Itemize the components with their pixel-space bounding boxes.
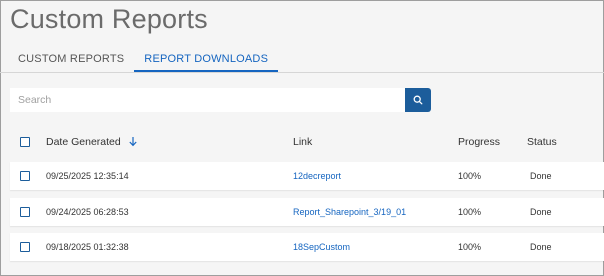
row-checkbox[interactable] [20,171,30,181]
column-link: Link [293,136,313,148]
select-all-checkbox[interactable] [20,137,30,147]
table-header: Date Generated Link Progress Status [0,128,604,156]
row-checkbox[interactable] [20,207,30,217]
arrow-down-icon[interactable] [128,136,138,147]
report-link[interactable]: Report_Sharepoint_3/19_01 [293,207,406,217]
search-input[interactable] [10,88,405,112]
date-cell: 09/25/2025 12:35:14 [46,171,129,181]
tab-custom-reports[interactable]: CUSTOM REPORTS [8,48,134,72]
table-row: 09/18/2025 01:32:38 18SepCustom 100% Don… [10,233,604,261]
table-row: 09/25/2025 12:35:14 12decreport 100% Don… [10,162,604,190]
search-button[interactable] [405,88,431,112]
search-icon [413,95,423,105]
tab-bar: CUSTOM REPORTS REPORT DOWNLOADS [8,48,279,72]
column-date-generated[interactable]: Date Generated [46,136,138,148]
status-cell: Done [530,171,552,181]
column-progress: Progress [458,136,501,148]
progress-cell: 100% [458,242,482,252]
progress-cell: 100% [458,207,482,217]
column-status: Status [527,136,557,148]
date-cell: 09/18/2025 01:32:38 [46,242,129,252]
report-link[interactable]: 18SepCustom [293,242,350,252]
date-cell: 09/24/2025 06:28:53 [46,207,129,217]
page-title: Custom Reports [10,4,208,34]
status-cell: Done [530,207,552,217]
row-checkbox[interactable] [20,242,30,252]
status-cell: Done [530,242,552,252]
progress-cell: 100% [458,171,482,181]
tab-divider [0,72,604,73]
report-link[interactable]: 12decreport [293,171,341,181]
table-row: 09/24/2025 06:28:53 Report_Sharepoint_3/… [10,198,604,226]
tab-report-downloads[interactable]: REPORT DOWNLOADS [134,48,279,72]
